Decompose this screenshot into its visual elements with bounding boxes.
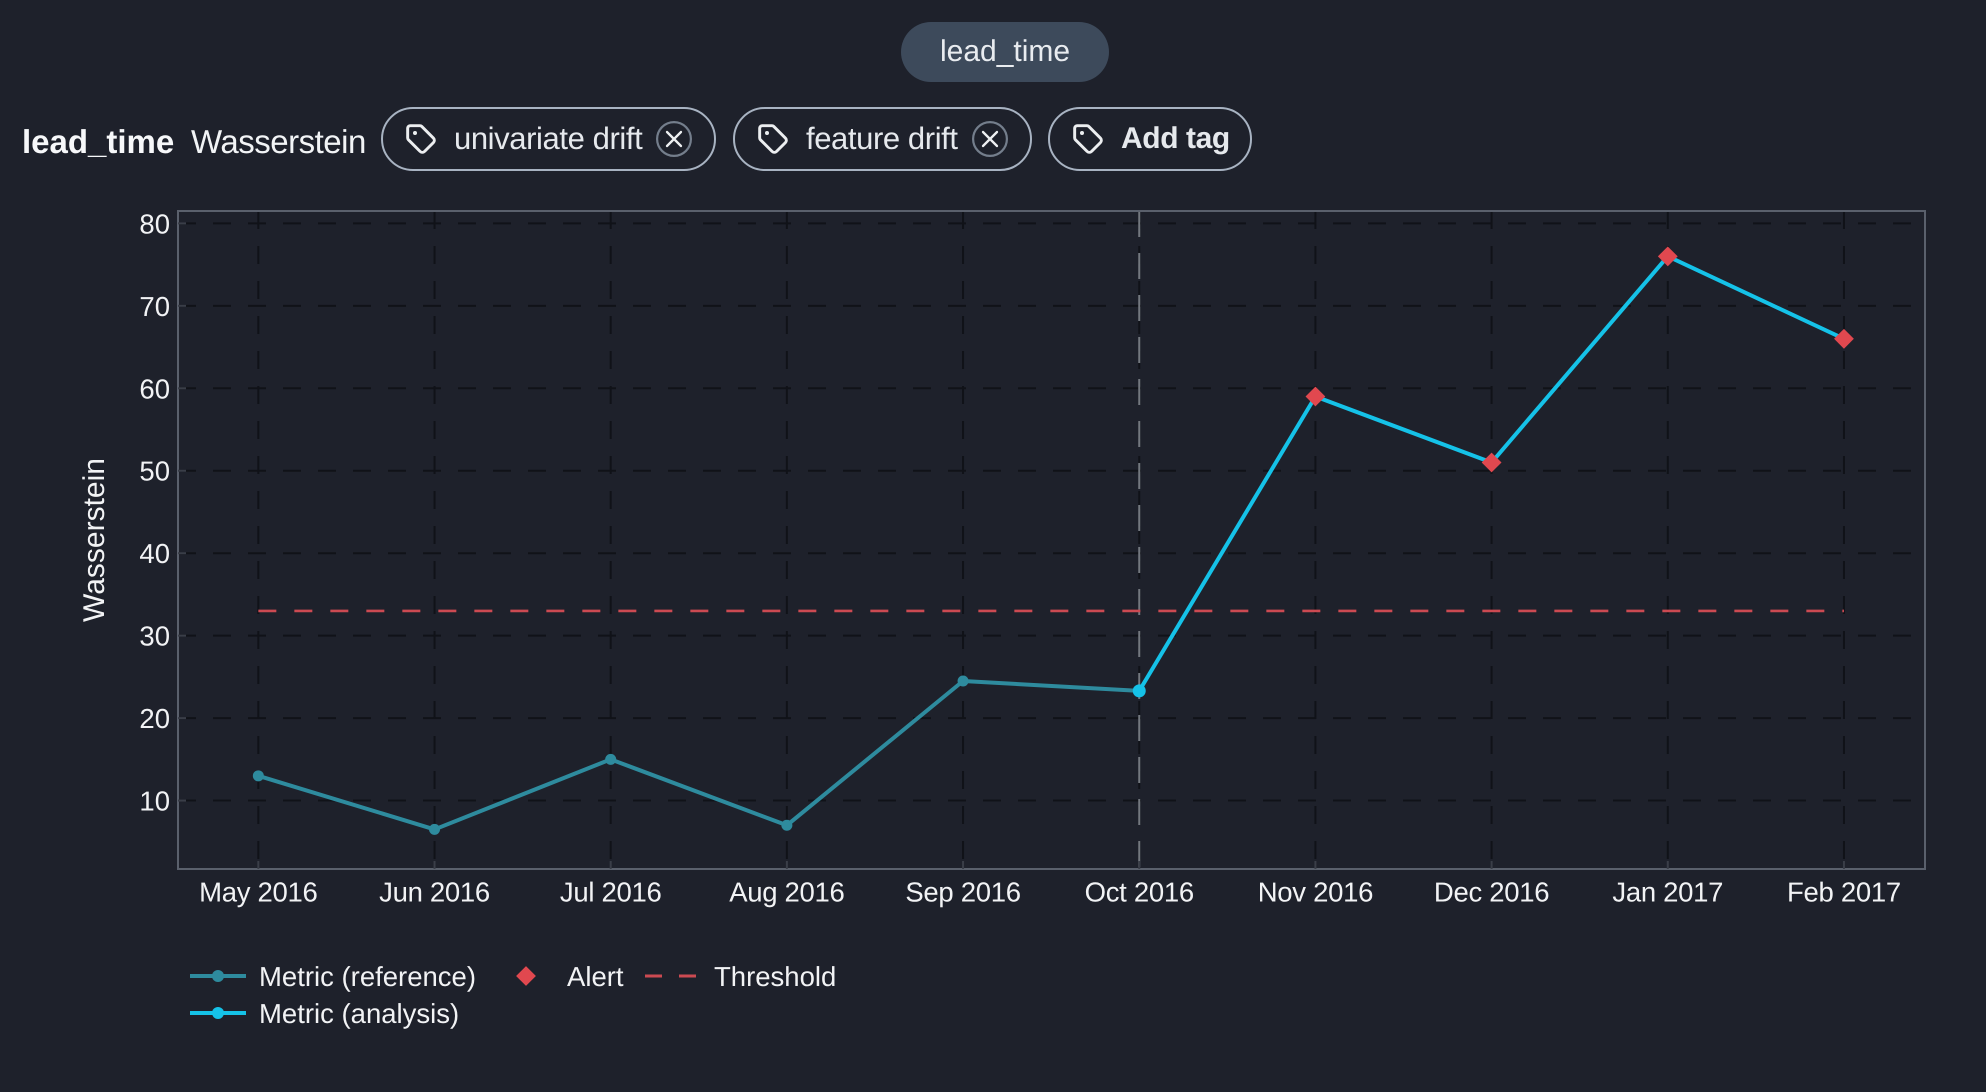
legend-item-alert[interactable]: Alert bbox=[516, 961, 624, 992]
legend-item-metric-reference[interactable]: Metric (reference) bbox=[190, 961, 476, 992]
x-tick-label: May 2016 bbox=[199, 877, 317, 908]
x-tick-label: Aug 2016 bbox=[729, 877, 844, 908]
legend-item-threshold[interactable]: Threshold bbox=[645, 961, 836, 992]
plot-frame bbox=[178, 211, 1925, 869]
plot-border bbox=[178, 211, 1925, 869]
x-tick-label: Jun 2016 bbox=[379, 877, 490, 908]
point-marker-metric-reference bbox=[429, 824, 440, 835]
x-tick-label: Sep 2016 bbox=[905, 877, 1020, 908]
x-tick-label: Jul 2016 bbox=[560, 877, 662, 908]
metric-line-chart: May 2016 Jun 2016 Jul 2016 Aug 2016 Sep 2016… bbox=[0, 0, 1986, 1092]
point-marker-metric-reference bbox=[781, 820, 792, 831]
y-tick-label: 80 bbox=[139, 208, 170, 239]
y-tick-label: 30 bbox=[139, 621, 170, 652]
legend-label: Threshold bbox=[714, 961, 836, 992]
x-tick-label: Nov 2016 bbox=[1258, 877, 1373, 908]
x-tick-label: Oct 2016 bbox=[1085, 877, 1194, 908]
y-tick-label: 60 bbox=[139, 373, 170, 404]
chart-gridlines bbox=[178, 211, 1925, 869]
point-marker-metric-reference bbox=[253, 770, 264, 781]
y-tick-label: 70 bbox=[139, 291, 170, 322]
x-tick-label: Jan 2017 bbox=[1612, 877, 1723, 908]
y-tick-label: 20 bbox=[139, 703, 170, 734]
point-marker-metric-analysis bbox=[1133, 684, 1146, 697]
legend-label: Metric (analysis) bbox=[259, 998, 459, 1029]
line-metric-reference bbox=[258, 681, 1139, 829]
legend-dot-swatch bbox=[212, 970, 224, 982]
chart-series bbox=[253, 246, 1854, 834]
legend-diamond-swatch bbox=[516, 966, 536, 986]
alert-marker bbox=[1834, 329, 1854, 349]
legend-label: Metric (reference) bbox=[259, 961, 476, 992]
point-marker-metric-reference bbox=[958, 676, 969, 687]
y-tick-label: 50 bbox=[139, 456, 170, 487]
chart-legend: Metric (reference) Alert Threshold Metric (… bbox=[190, 961, 836, 1029]
point-marker-metric-reference bbox=[605, 754, 616, 765]
legend-label: Alert bbox=[567, 961, 624, 992]
x-tick-label: Dec 2016 bbox=[1434, 877, 1549, 908]
alert-marker bbox=[1306, 387, 1326, 407]
y-axis-title: Wasserstein bbox=[78, 458, 111, 622]
y-tick-label: 10 bbox=[139, 786, 170, 817]
x-tick-label: Feb 2017 bbox=[1787, 877, 1901, 908]
y-tick-label: 40 bbox=[139, 538, 170, 569]
legend-dot-swatch bbox=[212, 1007, 224, 1019]
legend-item-metric-analysis[interactable]: Metric (analysis) bbox=[190, 998, 459, 1029]
